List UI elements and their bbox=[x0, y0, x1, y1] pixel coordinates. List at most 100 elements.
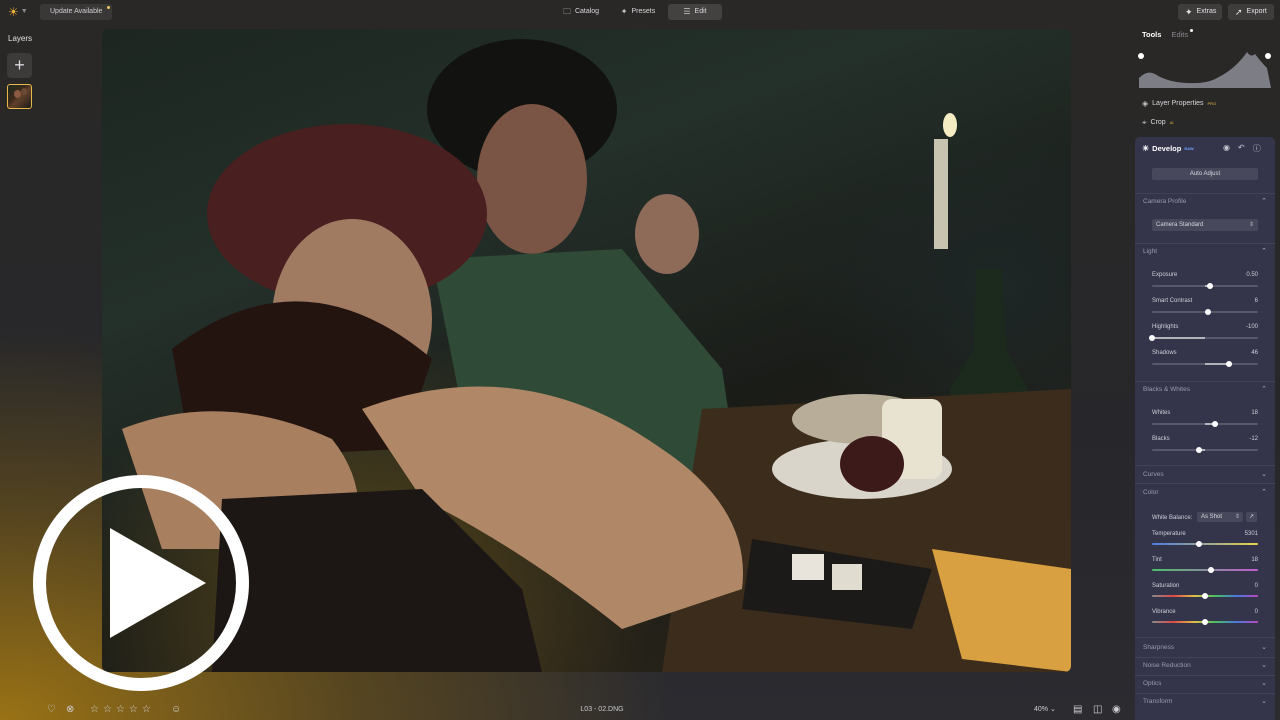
slider-knob[interactable] bbox=[1196, 447, 1202, 453]
smart-contrast-value[interactable]: 6 bbox=[1255, 297, 1258, 305]
slider-knob[interactable] bbox=[1226, 361, 1232, 367]
export-button[interactable]: ➚ Export bbox=[1228, 4, 1274, 20]
eyedropper-button[interactable]: ↗ bbox=[1246, 512, 1257, 522]
smart-contrast-slider[interactable] bbox=[1152, 309, 1258, 315]
tint-slider[interactable] bbox=[1152, 567, 1258, 573]
slider-knob[interactable] bbox=[1202, 619, 1208, 625]
update-available-button[interactable]: Update Available bbox=[40, 4, 113, 20]
vibrance-slider[interactable] bbox=[1152, 619, 1258, 625]
layer-properties-row[interactable]: ◈ Layer Properties PRO bbox=[1142, 99, 1216, 109]
chevron-up-icon: ⌃ bbox=[1261, 386, 1267, 393]
slider-knob[interactable] bbox=[1149, 335, 1155, 341]
chevron-up-icon: ⌃ bbox=[1261, 198, 1267, 205]
tab-catalog-label: Catalog bbox=[574, 8, 600, 15]
photo-shape bbox=[943, 113, 957, 137]
slider-knob[interactable] bbox=[1208, 567, 1214, 573]
play-video-button[interactable] bbox=[33, 475, 249, 691]
develop-header-actions: ◉ ↶ ⓘ bbox=[1223, 143, 1261, 154]
tab-catalog[interactable]: 🗀 Catalog bbox=[554, 4, 608, 20]
star-icon[interactable]: ☆ bbox=[90, 703, 99, 717]
heart-icon[interactable]: ♡ bbox=[47, 703, 56, 717]
highlights-value[interactable]: -100 bbox=[1246, 323, 1258, 331]
smiley-icon[interactable]: ☺ bbox=[171, 703, 181, 717]
star-rating: ☆ ☆ ☆ ☆ ☆ bbox=[90, 703, 151, 717]
blacks-value[interactable]: -12 bbox=[1249, 435, 1258, 443]
temperature-value[interactable]: 5301 bbox=[1245, 530, 1258, 538]
auto-adjust-button[interactable]: Auto Adjust bbox=[1152, 168, 1258, 180]
star-icon[interactable]: ☆ bbox=[142, 703, 151, 717]
star-icon[interactable]: ☆ bbox=[103, 703, 112, 717]
bottom-bar: ♡ ⊗ ☆ ☆ ☆ ☆ ☆ ☺ L03 - 02.DNG 40% ⌄ ▤ ◫ ◉ bbox=[0, 700, 1280, 720]
highlights-label: Highlights bbox=[1152, 324, 1179, 330]
blacks-slider[interactable] bbox=[1152, 447, 1258, 453]
white-balance-select[interactable]: As Shot ⇕ bbox=[1197, 512, 1243, 522]
section-label: Blacks & Whites bbox=[1143, 386, 1190, 393]
exposure-slider[interactable] bbox=[1152, 283, 1258, 289]
plus-icon: + bbox=[14, 55, 25, 75]
star-icon[interactable]: ☆ bbox=[116, 703, 125, 717]
sparkle-icon: ✦ bbox=[620, 7, 628, 16]
sun-logo-icon: ☀ bbox=[8, 5, 19, 19]
eye-icon[interactable]: ◉ bbox=[1223, 143, 1230, 154]
shadows-slider[interactable] bbox=[1152, 361, 1258, 367]
reject-icon[interactable]: ⊗ bbox=[66, 703, 74, 717]
blacks-label: Blacks bbox=[1152, 436, 1170, 442]
tab-edit[interactable]: ☰ Edit bbox=[668, 4, 722, 20]
split-view-icon[interactable]: ◫ bbox=[1093, 703, 1102, 717]
develop-header[interactable]: ☀ Develop RAW bbox=[1142, 144, 1194, 153]
histogram bbox=[1138, 52, 1271, 88]
layer-thumbnail[interactable] bbox=[7, 84, 32, 109]
whites-slider[interactable] bbox=[1152, 421, 1258, 427]
slider-knob[interactable] bbox=[1207, 283, 1213, 289]
vibrance-value[interactable]: 0 bbox=[1255, 608, 1258, 616]
shadow-clipping-toggle[interactable] bbox=[1138, 53, 1144, 59]
add-layer-button[interactable]: + bbox=[7, 53, 32, 78]
shadows-value[interactable]: 46 bbox=[1251, 349, 1258, 357]
star-icon[interactable]: ☆ bbox=[129, 703, 138, 717]
slider-knob[interactable] bbox=[1196, 541, 1202, 547]
section-light[interactable]: Light ⌃ bbox=[1143, 247, 1267, 257]
section-color[interactable]: Color ⌃ bbox=[1143, 488, 1267, 498]
camera-profile-select[interactable]: Camera Standard ⇕ bbox=[1152, 219, 1258, 231]
highlight-clipping-toggle[interactable] bbox=[1265, 53, 1271, 59]
info-icon[interactable]: ⓘ bbox=[1253, 143, 1261, 154]
chevron-down-icon: ▼ bbox=[20, 8, 28, 15]
app-menu-button[interactable]: ☀ ▼ bbox=[8, 4, 34, 20]
slider-knob[interactable] bbox=[1212, 421, 1218, 427]
slider-knob[interactable] bbox=[1202, 593, 1208, 599]
develop-panel: ☀ Develop RAW ◉ ↶ ⓘ Auto Adjust Camera P… bbox=[1135, 137, 1275, 720]
saturation-slider[interactable] bbox=[1152, 593, 1258, 599]
tab-tools[interactable]: Tools bbox=[1142, 30, 1161, 40]
section-sharpness[interactable]: Sharpness ⌄ bbox=[1143, 643, 1267, 653]
folder-icon: 🗀 bbox=[562, 7, 571, 16]
tab-edits[interactable]: Edits bbox=[1171, 29, 1194, 40]
slider-knob[interactable] bbox=[1205, 309, 1211, 315]
compare-icon[interactable]: ▤ bbox=[1073, 703, 1082, 717]
section-camera-profile[interactable]: Camera Profile ⌃ bbox=[1143, 197, 1267, 207]
reset-icon[interactable]: ↶ bbox=[1238, 143, 1245, 154]
tint-value[interactable]: 18 bbox=[1251, 556, 1258, 564]
section-blacks-whites[interactable]: Blacks & Whites ⌃ bbox=[1143, 385, 1267, 395]
section-curves[interactable]: Curves ⌄ bbox=[1143, 470, 1267, 480]
eye-icon[interactable]: ◉ bbox=[1112, 703, 1121, 717]
saturation-value[interactable]: 0 bbox=[1255, 582, 1258, 590]
photo-shape bbox=[635, 194, 699, 274]
highlights-slider[interactable] bbox=[1149, 335, 1258, 341]
tab-presets[interactable]: ✦ Presets bbox=[608, 4, 668, 20]
temperature-slider[interactable] bbox=[1152, 541, 1258, 547]
crop-icon: ⌖ bbox=[1142, 118, 1147, 127]
whites-value[interactable]: 18 bbox=[1251, 409, 1258, 417]
section-transform[interactable]: Transform ⌄ bbox=[1143, 697, 1267, 707]
shadows-label: Shadows bbox=[1152, 350, 1177, 356]
section-noise-reduction[interactable]: Noise Reduction ⌄ bbox=[1143, 661, 1267, 671]
crop-row[interactable]: ⌖ Crop AI bbox=[1142, 118, 1173, 128]
top-bar: ☀ ▼ Update Available 🗀 Catalog ✦ Presets… bbox=[0, 0, 1280, 24]
section-optics[interactable]: Optics ⌄ bbox=[1143, 679, 1267, 689]
zoom-level-dropdown[interactable]: 40% ⌄ bbox=[1034, 703, 1056, 717]
histogram-shape bbox=[1139, 52, 1271, 88]
notification-dot bbox=[107, 6, 111, 9]
play-icon bbox=[110, 528, 206, 638]
sparkle-icon: ✦ bbox=[1185, 7, 1193, 17]
exposure-value[interactable]: 0.50 bbox=[1246, 271, 1258, 279]
extras-button[interactable]: ✦ Extras bbox=[1178, 4, 1222, 20]
